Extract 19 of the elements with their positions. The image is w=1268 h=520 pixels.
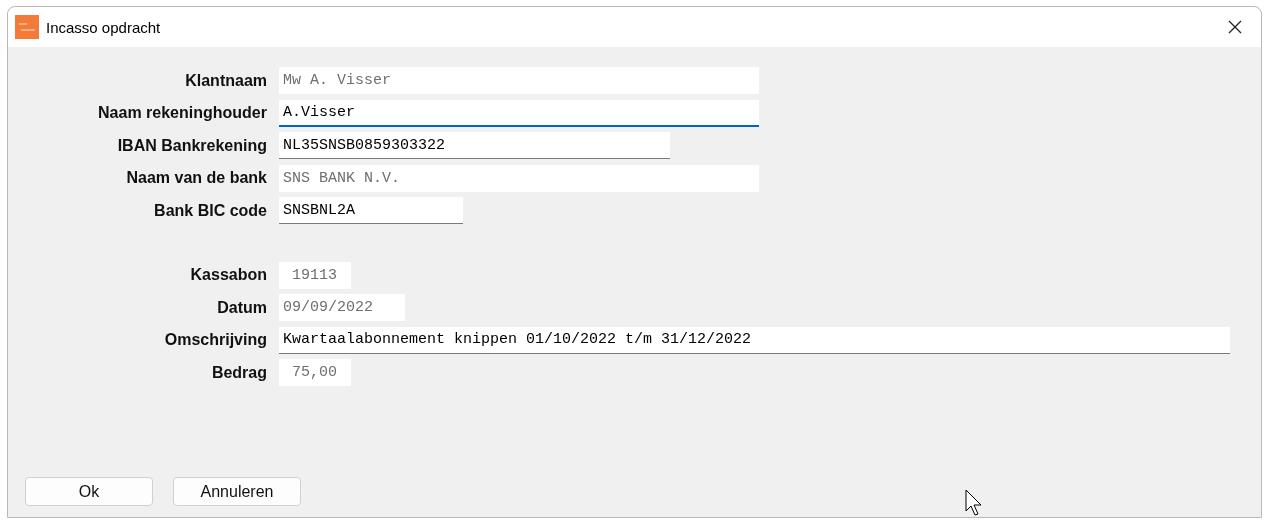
input-field[interactable]: SNSBNL2A <box>279 197 463 225</box>
field-label: Klantnaam <box>184 71 268 90</box>
field-label: Bank BIC code <box>153 201 268 220</box>
field-label: Kassabon <box>189 266 268 285</box>
field-label: Omschrijving <box>163 331 268 350</box>
mouse-cursor-icon <box>965 489 983 517</box>
field-label: Naam van de bank <box>125 169 268 188</box>
field-label: Bedrag <box>210 363 268 382</box>
app-icon <box>15 15 39 39</box>
close-icon <box>1227 19 1243 35</box>
field-label: Naam rekeninghouder <box>97 104 268 123</box>
dialog-button[interactable]: Ok <box>25 477 153 506</box>
input-field[interactable]: A.Visser <box>279 99 759 127</box>
window-title: Incasso opdracht <box>46 18 162 36</box>
input-field[interactable]: Kwartaalabonnement knippen 01/10/2022 t/m 31/12/2022 <box>279 326 1230 354</box>
dialog-button[interactable]: Annuleren <box>173 477 301 506</box>
field-label: Datum <box>216 298 268 317</box>
input-field[interactable]: NL35SNSB0859303322 <box>279 132 670 160</box>
field-label: IBAN Bankrekening <box>116 136 268 155</box>
